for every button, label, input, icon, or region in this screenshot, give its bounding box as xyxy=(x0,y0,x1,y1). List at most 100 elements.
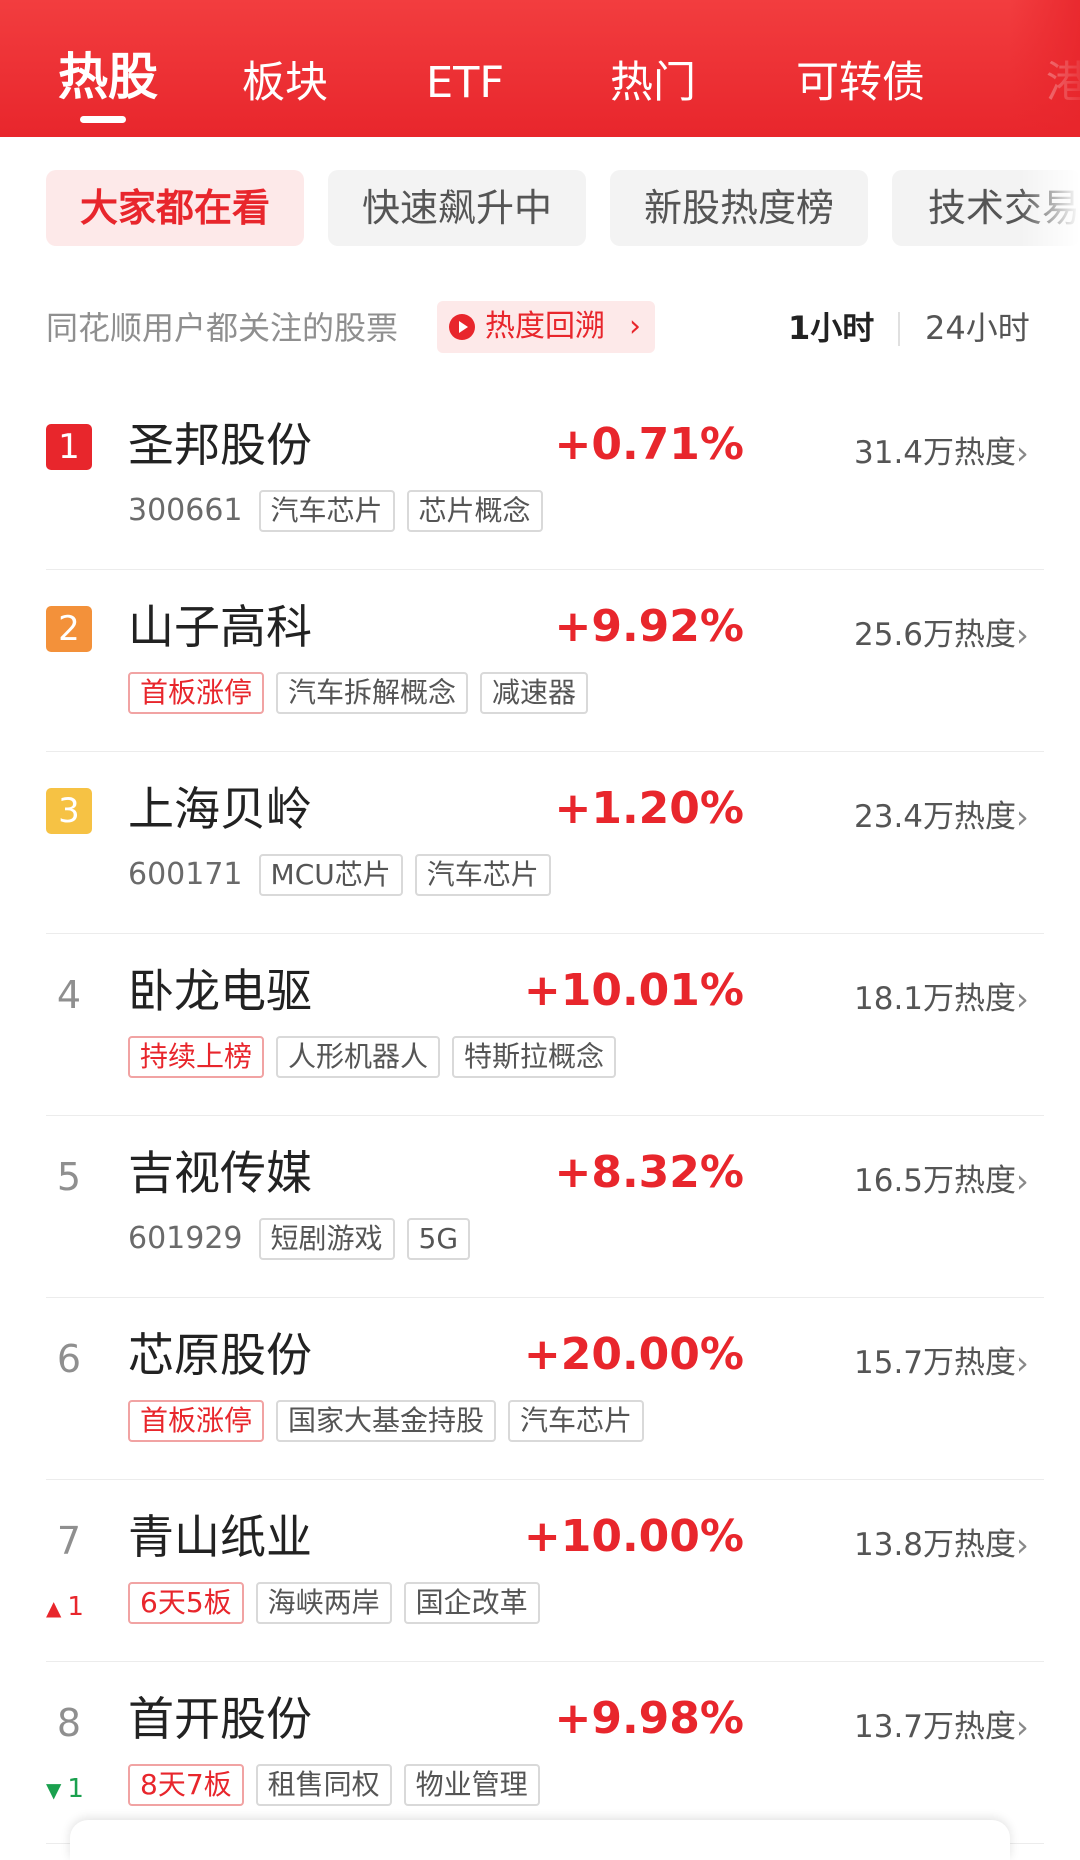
rank-number: 8 xyxy=(56,1701,82,1745)
stock-meta-line: 持续上榜 人形机器人 特斯拉概念 xyxy=(128,1036,628,1078)
stock-row[interactable]: 4 卧龙电驱 +10.01% 18.1万热度 › 持续上榜 人形机器人 特斯拉概念 xyxy=(0,934,1080,1116)
concept-tag[interactable]: 租售同权 xyxy=(255,1764,392,1806)
concept-tag[interactable]: 国家大基金持股 xyxy=(276,1400,497,1442)
tab-etf[interactable]: ETF xyxy=(426,56,504,110)
time-toggle-24h[interactable]: 24小时 xyxy=(925,306,1030,350)
concept-tag[interactable]: 汽车芯片 xyxy=(508,1400,645,1442)
chevron-right-icon[interactable]: › xyxy=(1016,978,1029,1020)
stock-meta-line: 300661 汽车芯片 芯片概念 xyxy=(128,490,555,532)
heat-value: 16.5万热度 xyxy=(854,1163,1017,1199)
chevron-right-icon[interactable]: › xyxy=(1016,614,1029,656)
stock-meta-line: 600171 MCU芯片 汽车芯片 xyxy=(128,854,563,896)
chevron-right-icon: › xyxy=(629,309,641,344)
tab-popular[interactable]: 热门 xyxy=(610,56,696,110)
price-change: +10.00% xyxy=(523,1511,744,1562)
tab-hot-stocks[interactable]: 热股 xyxy=(58,50,158,104)
rank-change-value: 1 xyxy=(67,1592,84,1622)
tab-sectors[interactable]: 板块 xyxy=(242,56,328,110)
stock-name: 上海贝岭 xyxy=(128,782,312,836)
price-change: +9.92% xyxy=(554,601,744,652)
rank-down-indicator: ▼ 1 xyxy=(46,1772,84,1807)
heat-replay-button[interactable]: 热度回溯 › xyxy=(437,301,655,353)
status-tag[interactable]: 首板涨停 xyxy=(128,1400,265,1442)
concept-tag[interactable]: 海峡两岸 xyxy=(255,1582,392,1624)
status-tag[interactable]: 6天5板 xyxy=(128,1582,244,1624)
heat-value: 18.1万热度 xyxy=(854,981,1017,1017)
time-toggle-1h[interactable]: 1小时 xyxy=(788,306,874,350)
stock-row[interactable]: 5 吉视传媒 +8.32% 16.5万热度 › 601929 短剧游戏 5G xyxy=(0,1116,1080,1298)
heat-replay-label: 热度回溯 xyxy=(485,309,605,344)
chip-everyone-watching[interactable]: 大家都在看 xyxy=(46,170,304,246)
stock-row[interactable]: 3 上海贝岭 +1.20% 23.4万热度 › 600171 MCU芯片 汽车芯片 xyxy=(0,752,1080,934)
top-tab-bar: 热股 板块 ETF 热门 可转债 港 xyxy=(0,0,1080,137)
heat-value: 13.8万热度 xyxy=(854,1527,1017,1563)
concept-tag[interactable]: 芯片概念 xyxy=(406,490,543,532)
chip-rising-fast[interactable]: 快速飙升中 xyxy=(328,170,586,246)
bottom-card-peek xyxy=(70,1820,1010,1860)
rank-change-value: 1 xyxy=(67,1774,84,1804)
chip-new-stock-heat[interactable]: 新股热度榜 xyxy=(610,170,868,246)
status-tag[interactable]: 8天7板 xyxy=(128,1764,244,1806)
concept-tag[interactable]: 5G xyxy=(406,1218,471,1260)
stock-row[interactable]: 7 ▲ 1 青山纸业 +10.00% 13.8万热度 › 6天5板 海峡两岸 国企改革 xyxy=(0,1480,1080,1662)
list-subtitle: 同花顺用户都关注的股票 xyxy=(46,309,399,347)
stock-code: 600171 xyxy=(128,857,243,892)
rank-badge: 1 xyxy=(46,424,92,470)
stock-meta-line: 首板涨停 汽车拆解概念 减速器 xyxy=(128,672,600,714)
stock-name: 芯原股份 xyxy=(128,1328,312,1382)
stock-row[interactable]: 6 芯原股份 +20.00% 15.7万热度 › 首板涨停 国家大基金持股 汽车芯片 xyxy=(0,1298,1080,1480)
concept-tag[interactable]: 物业管理 xyxy=(403,1764,540,1806)
triangle-down-icon: ▼ xyxy=(46,1778,62,1802)
stock-name: 青山纸业 xyxy=(128,1510,312,1564)
chevron-right-icon[interactable]: › xyxy=(1016,796,1029,838)
stock-meta-line: 8天7板 租售同权 物业管理 xyxy=(128,1764,552,1806)
heat-value: 23.4万热度 xyxy=(854,799,1017,835)
triangle-up-icon: ▲ xyxy=(46,1596,62,1620)
price-change: +0.71% xyxy=(554,419,744,470)
concept-tag[interactable]: 国企改革 xyxy=(403,1582,540,1624)
chevron-right-icon[interactable]: › xyxy=(1016,432,1029,474)
concept-tag[interactable]: 特斯拉概念 xyxy=(452,1036,617,1078)
tab-bar-fade xyxy=(1010,0,1080,137)
heat-value: 31.4万热度 xyxy=(854,435,1017,471)
stock-meta-line: 6天5板 海峡两岸 国企改革 xyxy=(128,1582,552,1624)
heat-value: 13.7万热度 xyxy=(854,1709,1017,1745)
concept-tag[interactable]: 人形机器人 xyxy=(276,1036,441,1078)
price-change: +9.98% xyxy=(554,1693,744,1744)
stock-code: 300661 xyxy=(128,493,243,528)
tab-convertible-bonds[interactable]: 可转债 xyxy=(796,56,925,110)
stock-name: 首开股份 xyxy=(128,1692,312,1746)
chevron-right-icon[interactable]: › xyxy=(1016,1342,1029,1384)
stock-row[interactable]: 2 山子高科 +9.92% 25.6万热度 › 首板涨停 汽车拆解概念 减速器 xyxy=(0,570,1080,752)
status-tag[interactable]: 持续上榜 xyxy=(128,1036,265,1078)
concept-tag[interactable]: 汽车拆解概念 xyxy=(276,672,469,714)
rank-badge: 2 xyxy=(46,606,92,652)
stock-name: 卧龙电驱 xyxy=(128,964,312,1018)
stock-name: 圣邦股份 xyxy=(128,418,312,472)
concept-tag[interactable]: MCU芯片 xyxy=(258,854,403,896)
chevron-right-icon[interactable]: › xyxy=(1016,1160,1029,1202)
rank-badge: 3 xyxy=(46,788,92,834)
chevron-right-icon[interactable]: › xyxy=(1016,1524,1029,1566)
chevron-right-icon[interactable]: › xyxy=(1016,1706,1029,1748)
play-icon xyxy=(449,314,475,340)
price-change: +20.00% xyxy=(523,1329,744,1380)
stock-meta-line: 首板涨停 国家大基金持股 汽车芯片 xyxy=(128,1400,656,1442)
rank-up-indicator: ▲ 1 xyxy=(46,1590,84,1625)
price-change: +8.32% xyxy=(554,1147,744,1198)
stock-code: 601929 xyxy=(128,1221,243,1256)
concept-tag[interactable]: 减速器 xyxy=(480,672,589,714)
rank-number: 7 xyxy=(56,1519,82,1563)
time-toggle-divider xyxy=(898,312,900,346)
status-tag[interactable]: 首板涨停 xyxy=(128,672,265,714)
chips-fade xyxy=(1020,160,1080,256)
price-change: +10.01% xyxy=(523,965,744,1016)
rank-number: 4 xyxy=(56,973,82,1017)
rank-number: 6 xyxy=(56,1337,82,1381)
stock-row[interactable]: 1 圣邦股份 +0.71% 31.4万热度 › 300661 汽车芯片 芯片概念 xyxy=(0,388,1080,570)
stock-row[interactable]: 8 ▼ 1 首开股份 +9.98% 13.7万热度 › 8天7板 租售同权 物业管理 xyxy=(0,1662,1080,1844)
concept-tag[interactable]: 短剧游戏 xyxy=(258,1218,395,1260)
active-tab-indicator xyxy=(80,116,126,123)
concept-tag[interactable]: 汽车芯片 xyxy=(414,854,551,896)
concept-tag[interactable]: 汽车芯片 xyxy=(258,490,395,532)
